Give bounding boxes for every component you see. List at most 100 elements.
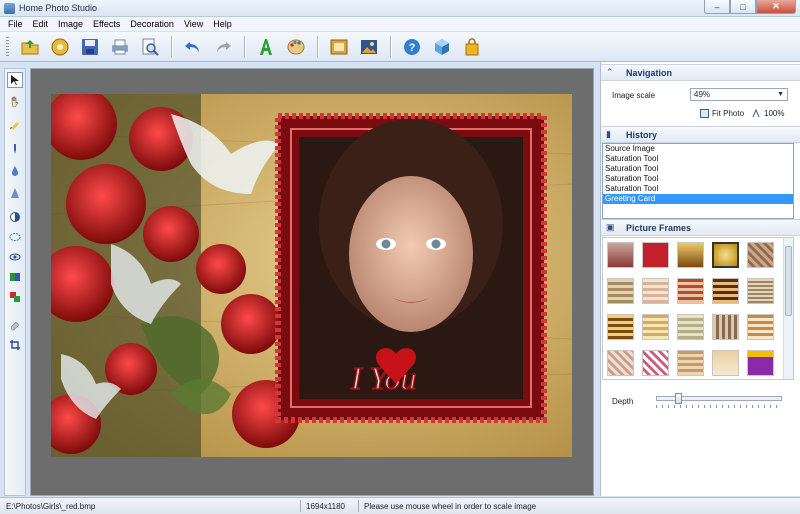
cone-tool[interactable] <box>7 185 23 201</box>
photo-button[interactable] <box>356 35 382 59</box>
frame-thumbnail[interactable] <box>747 314 774 340</box>
undo-button[interactable] <box>180 35 206 59</box>
levels-tool[interactable] <box>7 269 23 285</box>
frame-thumbnail[interactable] <box>712 314 739 340</box>
frame-thumbnail[interactable] <box>607 278 634 304</box>
eraser-tool-icon <box>10 321 20 331</box>
cone-tool-icon <box>11 188 19 198</box>
text-button[interactable] <box>253 35 279 59</box>
history-item[interactable]: Saturation Tool <box>603 164 793 174</box>
frames-scrollbar[interactable] <box>783 238 793 379</box>
depth-slider-ticks <box>656 405 782 408</box>
frame-thumbnail[interactable] <box>642 278 669 304</box>
history-item-selected[interactable]: Greeting Card <box>603 194 793 204</box>
picture-frames-header[interactable]: ▣ Picture Frames <box>601 219 800 236</box>
photo-canvas[interactable]: I You <box>51 94 572 457</box>
text-icon <box>260 38 272 55</box>
close-button[interactable]: ✕ <box>756 0 796 14</box>
photo-disc-icon <box>51 38 69 55</box>
frame-thumbnail[interactable] <box>712 278 739 304</box>
pen-tool[interactable] <box>7 141 23 157</box>
tool-palette <box>4 68 26 496</box>
menu-edit[interactable]: Edit <box>28 19 54 29</box>
help-button[interactable]: ? <box>399 35 425 59</box>
history-section-icon: ▮ <box>606 129 611 139</box>
print-preview-button[interactable] <box>137 35 163 59</box>
cube-button[interactable] <box>429 35 455 59</box>
history-list[interactable]: Source Image Saturation Tool Saturation … <box>602 143 794 219</box>
crop-tool[interactable] <box>7 337 23 353</box>
status-bar: E:\Photos\Girls\_red.bmp 1694x1180 Pleas… <box>0 497 800 514</box>
history-item[interactable]: Saturation Tool <box>603 184 793 194</box>
scrollbar-thumb[interactable] <box>785 246 792 316</box>
window-title: Home Photo Studio <box>19 3 98 13</box>
history-item[interactable]: Saturation Tool <box>603 154 793 164</box>
full-size-button[interactable]: 100% <box>752 109 784 118</box>
redo-button[interactable] <box>210 35 236 59</box>
frame-thumbnail[interactable] <box>642 314 669 340</box>
image-scale-value: 49% <box>694 90 711 99</box>
open-button[interactable] <box>17 35 43 59</box>
palette-button[interactable] <box>283 35 309 59</box>
menu-decoration[interactable]: Decoration <box>125 19 179 29</box>
selection-tool[interactable] <box>7 229 23 245</box>
brush-tool[interactable] <box>7 116 23 132</box>
status-file-path: E:\Photos\Girls\_red.bmp <box>6 502 96 511</box>
save-button[interactable] <box>77 35 103 59</box>
picture-frame-button[interactable] <box>326 35 352 59</box>
title-bar: Home Photo Studio – □ ✕ <box>0 0 800 17</box>
frame-thumbnail[interactable] <box>712 242 739 268</box>
help-icon: ? <box>404 38 420 55</box>
pen-tool-icon <box>14 144 16 154</box>
colors-tool[interactable] <box>7 289 23 305</box>
toolbar-separator <box>244 35 245 58</box>
undo-icon <box>185 41 199 53</box>
pointer-tool[interactable] <box>7 72 23 88</box>
canvas-area[interactable]: I You <box>30 68 594 496</box>
picture-frames-title: Picture Frames <box>626 222 692 233</box>
eraser-tool[interactable] <box>7 317 23 333</box>
frame-thumbnail[interactable] <box>677 278 704 304</box>
menu-view[interactable]: View <box>179 19 208 29</box>
photo-image: I You <box>51 94 572 457</box>
contrast-tool[interactable] <box>7 209 23 225</box>
actual-size-icon <box>752 109 760 118</box>
frame-thumbnail[interactable] <box>712 350 739 376</box>
shopping-bag-button[interactable] <box>459 35 485 59</box>
history-header[interactable]: ▮ History <box>601 126 800 143</box>
frame-thumbnail[interactable] <box>677 242 704 268</box>
menu-file[interactable]: File <box>3 19 28 29</box>
menu-help[interactable]: Help <box>208 19 237 29</box>
frame-thumbnail[interactable] <box>642 350 669 376</box>
frame-thumbnail[interactable] <box>747 278 774 304</box>
image-scale-select[interactable]: 49% ▼ <box>690 88 788 101</box>
frame-thumbnail[interactable] <box>607 242 634 268</box>
menu-effects[interactable]: Effects <box>88 19 125 29</box>
palette-icon <box>287 39 305 54</box>
history-item[interactable]: Saturation Tool <box>603 174 793 184</box>
hand-tool[interactable] <box>7 93 23 109</box>
frame-thumbnail[interactable] <box>677 314 704 340</box>
frame-thumbnail[interactable] <box>607 314 634 340</box>
navigation-header[interactable]: ⌃ Navigation <box>601 64 800 81</box>
drop-tool[interactable] <box>7 163 23 179</box>
selection-tool-icon <box>9 233 21 241</box>
print-button[interactable] <box>107 35 133 59</box>
frames-gallery[interactable] <box>602 237 794 380</box>
history-item[interactable]: Source Image <box>603 144 793 154</box>
redo-icon <box>217 41 231 53</box>
photo-disc-button[interactable] <box>47 35 73 59</box>
frame-thumbnail[interactable] <box>607 350 634 376</box>
frame-thumbnail[interactable] <box>677 350 704 376</box>
toolbar-separator <box>317 35 318 58</box>
eye-tool[interactable] <box>7 249 23 265</box>
frame-thumbnail[interactable] <box>747 350 774 376</box>
maximize-button[interactable]: □ <box>730 0 756 14</box>
minimize-button[interactable]: – <box>704 0 730 14</box>
menu-image[interactable]: Image <box>53 19 88 29</box>
fit-photo-button[interactable]: Fit Photo <box>700 109 744 118</box>
navigation-title: Navigation <box>626 67 673 78</box>
depth-slider-knob[interactable] <box>675 393 683 404</box>
frame-thumbnail[interactable] <box>642 242 669 268</box>
frame-thumbnail[interactable] <box>747 242 774 268</box>
